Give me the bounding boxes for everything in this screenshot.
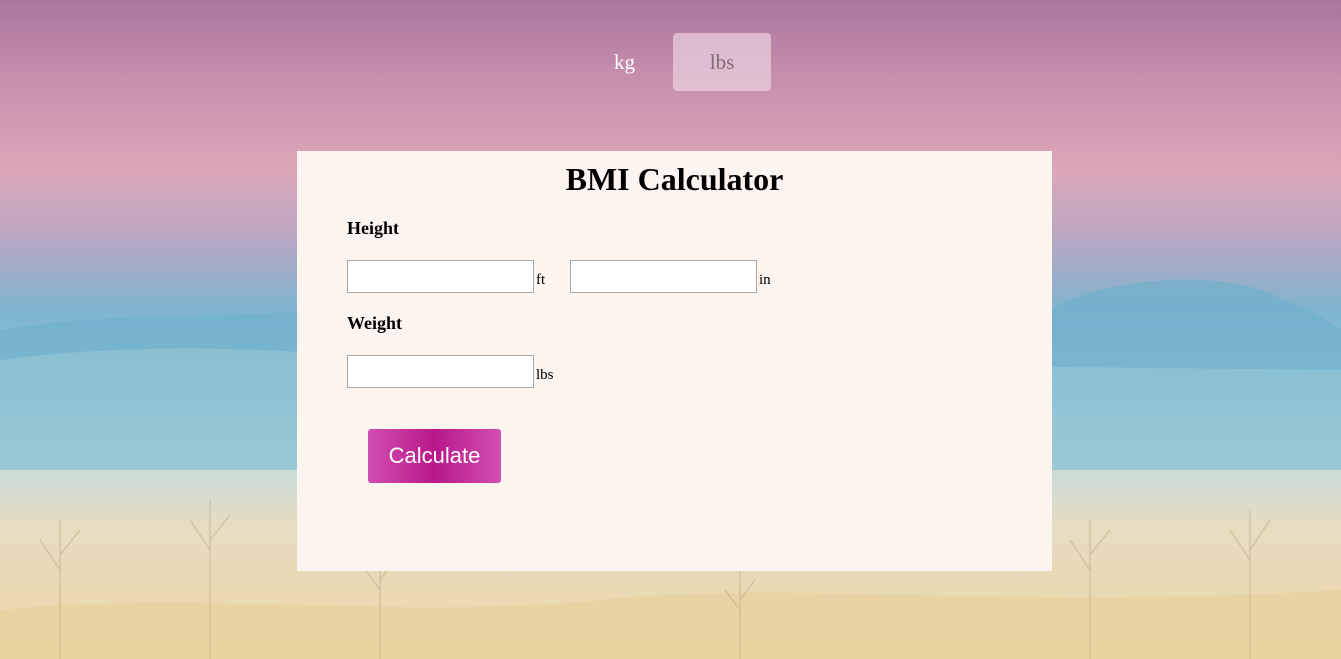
kg-unit-button[interactable]: kg — [576, 33, 673, 91]
calculate-button[interactable]: Calculate — [368, 429, 501, 483]
lbs-unit-button[interactable]: lbs — [673, 33, 771, 91]
unit-toggle: kg lbs — [576, 33, 771, 91]
feet-unit-label: ft — [536, 272, 546, 288]
height-label: Height — [347, 218, 399, 238]
height-inches-input[interactable] — [570, 260, 757, 293]
weight-unit-label: lbs — [536, 367, 554, 383]
height-feet-input[interactable] — [347, 260, 534, 293]
weight-label: Weight — [347, 313, 403, 333]
inches-unit-label: in — [759, 272, 771, 288]
bmi-calculator-card: BMI Calculator Height ft in Weight lbs C… — [297, 151, 1052, 571]
weight-input[interactable] — [347, 355, 534, 388]
page-title: BMI Calculator — [565, 161, 784, 197]
